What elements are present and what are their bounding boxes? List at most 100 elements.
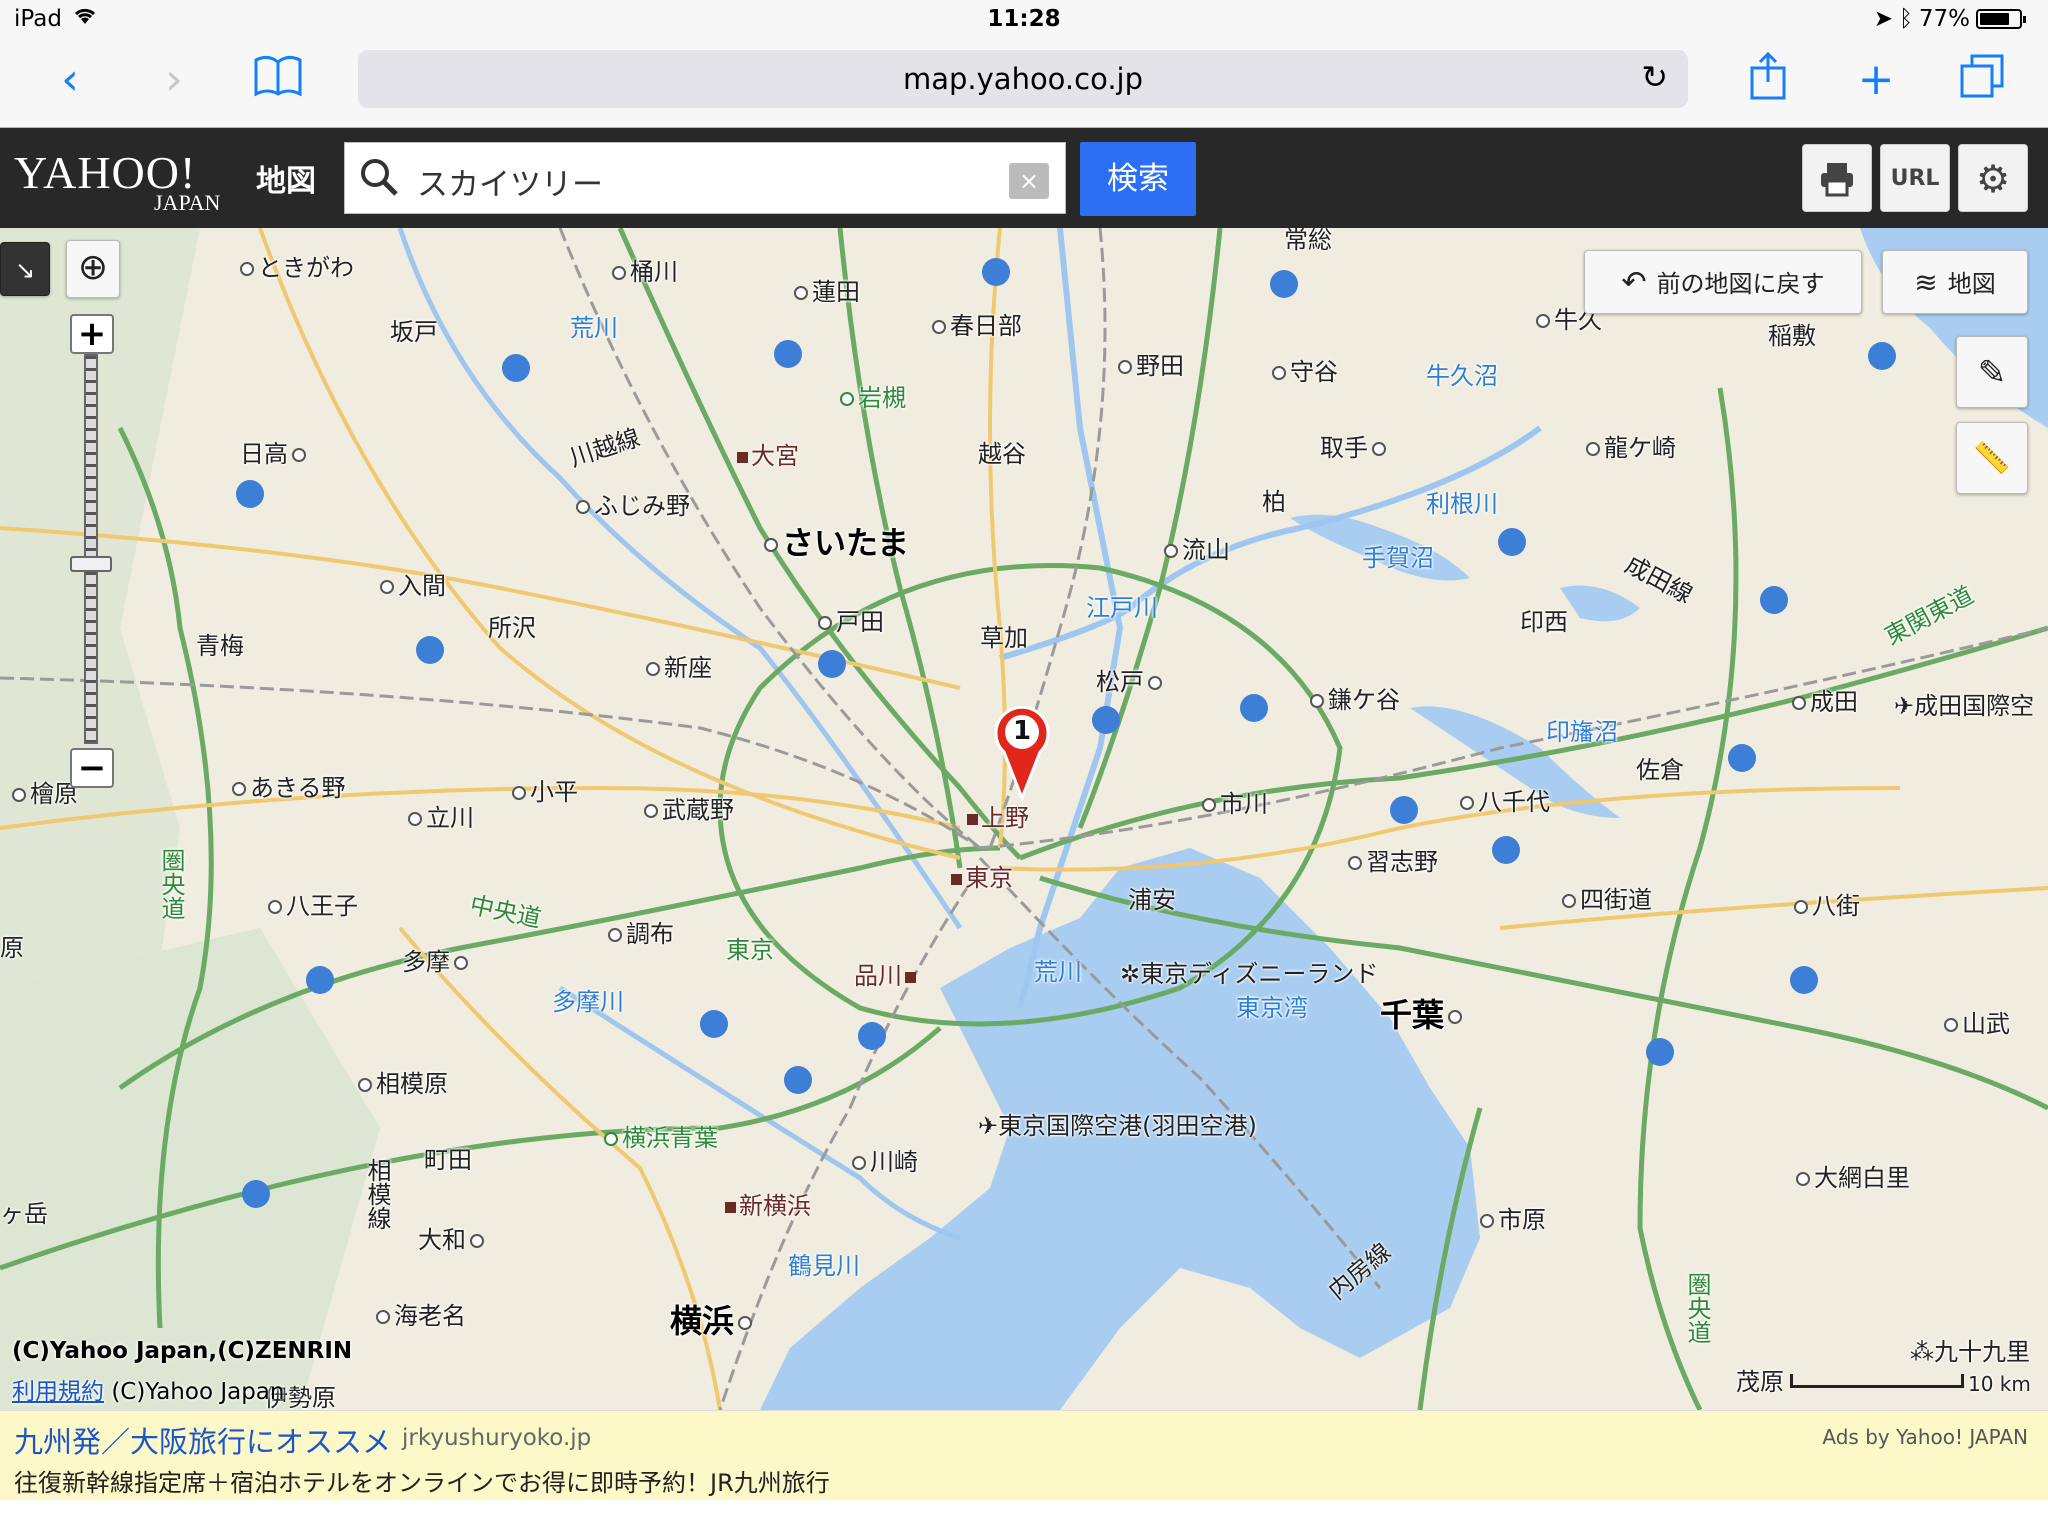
place-label: 新横浜 <box>722 1186 811 1221</box>
sponsored-ad[interactable]: 九州発／大阪旅行にオススメ jrkyushuryoko.jp Ads by Ya… <box>0 1410 2048 1500</box>
label-text: 東京 <box>726 936 774 964</box>
location-marker-pin[interactable]: 1 <box>990 702 1054 802</box>
clear-search-button[interactable]: × <box>1009 163 1049 199</box>
address-bar[interactable]: map.yahoo.co.jp ↻ <box>358 50 1688 108</box>
city-label-major: 千葉 <box>1380 990 1466 1036</box>
print-icon[interactable] <box>1802 144 1872 212</box>
yahoo-logo[interactable]: YAHOO! JAPAN 地図 <box>14 146 324 216</box>
share-icon[interactable] <box>1740 48 1796 108</box>
city-dot-icon <box>240 262 254 276</box>
city-dot-icon <box>454 956 468 970</box>
label-text: 荒川 <box>1034 958 1082 986</box>
label-text: 上野 <box>981 804 1029 832</box>
label-text: 東京 <box>965 864 1013 892</box>
city-dot-icon <box>1348 856 1362 870</box>
city-dot-icon <box>1794 900 1808 914</box>
label-text: 越谷 <box>978 440 1026 468</box>
bookmarks-icon[interactable] <box>250 48 306 108</box>
place-label: 習志野 <box>1344 842 1438 877</box>
city-dot-icon <box>232 782 246 796</box>
reload-icon[interactable]: ↻ <box>1641 58 1668 96</box>
label-text: 前の地図に戻す <box>1656 270 1825 298</box>
zoom-control[interactable]: + − <box>66 314 118 788</box>
city-dot-icon <box>852 1156 866 1170</box>
city-label-major: 横浜 <box>670 1296 756 1342</box>
label-text: 八街 <box>1812 892 1860 920</box>
label-text: 成田 <box>1810 688 1858 716</box>
terms-link[interactable]: 利用規約 <box>12 1379 104 1405</box>
label-text: 鎌ケ谷 <box>1328 686 1400 714</box>
expand-panel-button[interactable]: ↘ <box>0 242 50 296</box>
label-text: 多摩 <box>402 948 450 976</box>
label-text: 新座 <box>664 654 712 682</box>
forward-icon[interactable]: › <box>146 50 202 110</box>
label-text: 浦安 <box>1128 886 1176 914</box>
water-label: 荒川 <box>570 308 618 343</box>
place-label: 桶川 <box>608 252 678 287</box>
ad-title-link[interactable]: 九州発／大阪旅行にオススメ <box>14 1419 391 1461</box>
water-label: 鶴見川 <box>788 1246 860 1281</box>
city-dot-icon <box>1586 442 1600 456</box>
place-label: 八王子 <box>264 886 358 921</box>
battery-icon <box>1976 9 2026 29</box>
place-label: 坂戸 <box>390 312 438 347</box>
zoom-slider-track[interactable] <box>84 354 98 744</box>
place-label: 入間 <box>376 566 446 601</box>
city-dot-icon <box>1148 676 1162 690</box>
search-button[interactable]: 検索 <box>1080 142 1196 216</box>
layer-switch-button[interactable]: ≋ 地図 <box>1882 250 2028 314</box>
back-icon[interactable]: ‹ <box>42 50 98 110</box>
label-text: 多摩川 <box>552 988 624 1016</box>
place-label: 市原 <box>1476 1200 1546 1235</box>
layers-icon: ≋ <box>1914 266 1938 299</box>
city-dot-icon <box>1310 694 1324 708</box>
status-right: ➤ ᛒ 77% <box>1874 6 2026 32</box>
city-dot-icon <box>644 804 658 818</box>
label-text: 四街道 <box>1580 886 1652 914</box>
label-text: 圏央道 <box>1683 1272 1711 1344</box>
settings-gear-icon[interactable]: ⚙ <box>1958 144 2028 212</box>
city-dot-icon <box>932 320 946 334</box>
draw-pencil-button[interactable]: ✎ <box>1956 336 2028 408</box>
search-input[interactable]: スカイツリー <box>417 159 603 204</box>
ad-domain: jrkyushuryoko.jp <box>402 1425 592 1451</box>
label-text: 桶川 <box>630 258 678 286</box>
city-dot-icon <box>1796 1172 1810 1186</box>
logo-sub: JAPAN <box>154 190 221 215</box>
water-label: 荒川 <box>1034 952 1082 987</box>
map-canvas[interactable]: ときがわ 常総 桶川 蓮田 春日部 野田 守谷 牛久沼 牛久 稲敷 坂戸 荒川 … <box>0 228 2048 1410</box>
label-text: 取手 <box>1320 434 1368 462</box>
label-text: 印西 <box>1520 608 1568 636</box>
search-box[interactable]: スカイツリー × <box>344 142 1066 214</box>
place-label: 品川 <box>854 956 919 991</box>
place-label: あきる野 <box>228 768 346 803</box>
place-label: 原 <box>0 928 24 963</box>
label-text: あきる野 <box>250 774 346 802</box>
measure-ruler-button[interactable]: 📏 <box>1956 422 2028 494</box>
place-label: ✈成田国際空 <box>1894 686 2034 721</box>
label-text: 九十九里 <box>1934 1338 2030 1366</box>
scale-label: 10 km <box>1968 1372 2031 1396</box>
zoom-out-button[interactable]: − <box>70 748 114 788</box>
place-label: 町田 <box>424 1140 472 1175</box>
undo-arrow-icon: ↶ <box>1621 265 1647 300</box>
place-label: 松戸 <box>1096 662 1166 697</box>
zoom-slider-thumb[interactable] <box>70 556 112 572</box>
city-dot-icon <box>646 662 660 676</box>
back-to-previous-map-button[interactable]: ↶ 前の地図に戻す <box>1584 250 1862 314</box>
place-label: 龍ケ崎 <box>1582 428 1676 463</box>
label-text: 手賀沼 <box>1362 544 1434 572</box>
site-header: YAHOO! JAPAN 地図 スカイツリー × 検索 URL ⚙ <box>0 128 2048 228</box>
place-label: ときがわ <box>236 248 354 283</box>
tabs-icon[interactable] <box>1954 48 2010 108</box>
zoom-in-button[interactable]: + <box>70 314 114 354</box>
url-button[interactable]: URL <box>1880 144 1950 212</box>
place-label: 鎌ケ谷 <box>1306 680 1400 715</box>
place-label: 海老名 <box>372 1296 466 1331</box>
ad-attribution[interactable]: Ads by Yahoo! JAPAN <box>1822 1425 2028 1449</box>
place-label: 日高 <box>240 434 310 469</box>
new-tab-icon[interactable]: + <box>1848 50 1904 110</box>
current-location-button[interactable]: ⊕ <box>66 240 120 298</box>
city-dot-icon <box>1448 1010 1463 1024</box>
city-dot-icon <box>738 1316 753 1330</box>
